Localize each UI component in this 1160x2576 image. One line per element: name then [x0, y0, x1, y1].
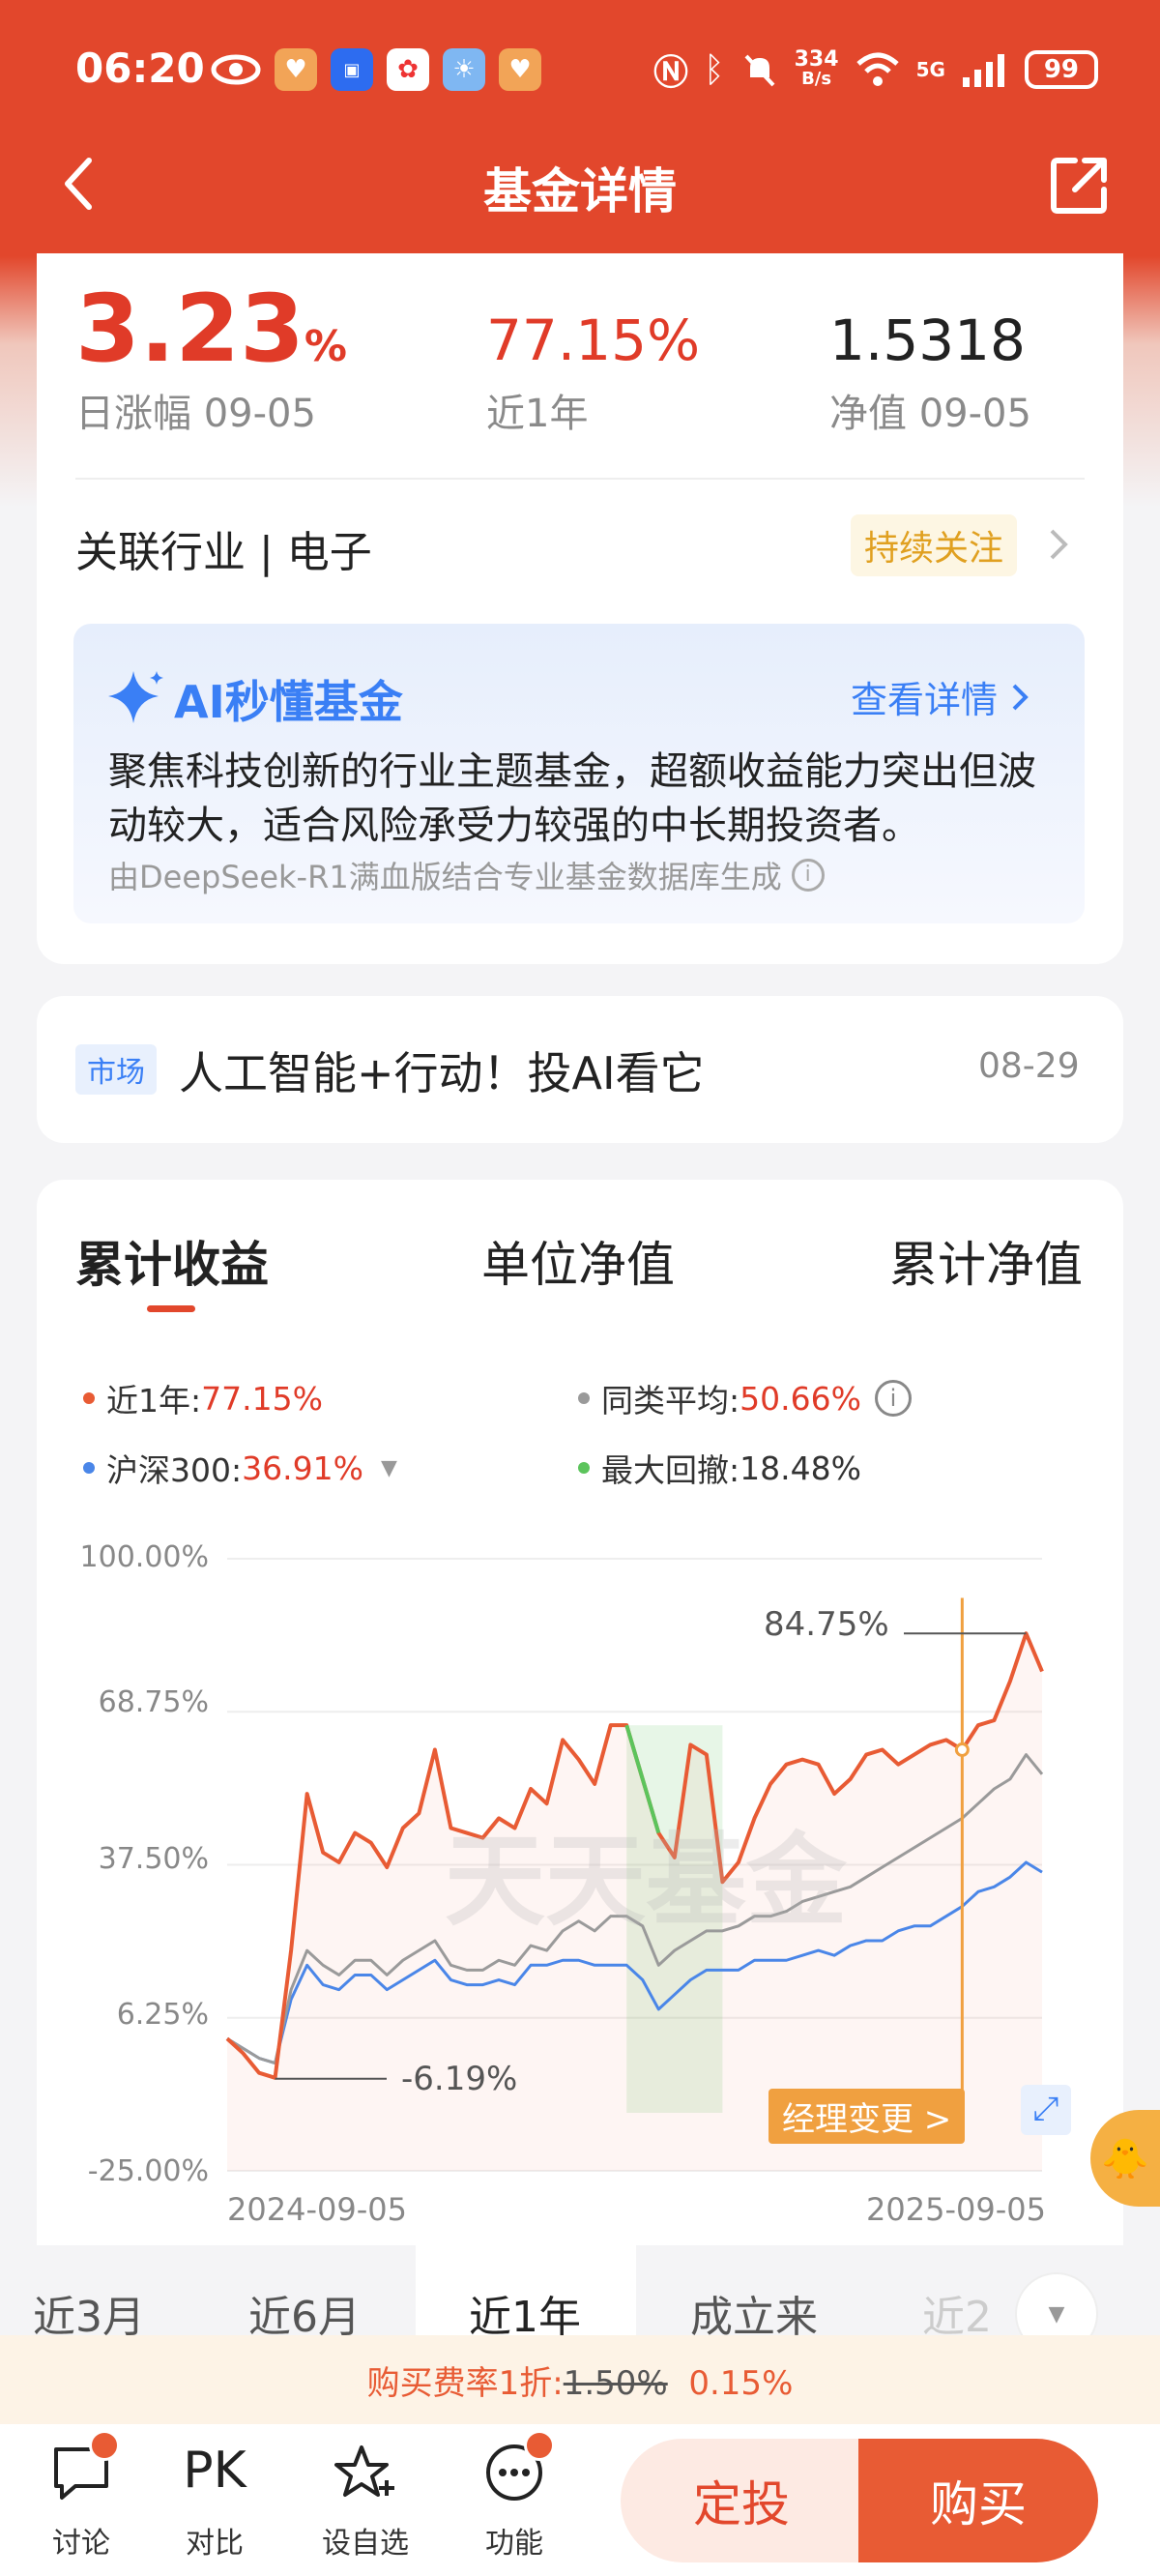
x-start-label: 2024-09-05	[227, 2191, 407, 2228]
buy-button[interactable]: 购买	[858, 2439, 1098, 2562]
watermark: 天天基金	[445, 1822, 848, 1940]
max-annotation: 84.75%	[764, 1605, 889, 1644]
notification-badge	[524, 2430, 555, 2461]
notification-badge	[89, 2430, 120, 2461]
manager-change-button[interactable]: 经理变更 >	[768, 2089, 966, 2144]
x-end-label: 2025-09-05	[866, 2191, 1046, 2228]
plan-invest-button[interactable]: 定投	[621, 2439, 862, 2562]
nav-watchlist[interactable]: 设自选	[298, 2442, 433, 2561]
min-annotation: -6.19%	[401, 2060, 518, 2098]
fee-new: 0.15%	[688, 2364, 794, 2403]
nav-discuss[interactable]: 讨论	[14, 2430, 149, 2561]
nav-functions[interactable]: 功能	[447, 2430, 582, 2561]
fee-text: 购买费率1折:1.50% 0.15%	[366, 2364, 794, 2403]
nav-compare[interactable]: PK 对比	[147, 2442, 282, 2561]
fee-old: 1.50%	[563, 2364, 668, 2403]
fullscreen-icon[interactable]: ⤢	[1021, 2085, 1071, 2135]
pk-icon: PK	[183, 2442, 246, 2500]
manager-change-marker	[954, 1742, 970, 1757]
star-add-icon	[334, 2445, 394, 2497]
line-chart[interactable]	[0, 0, 1160, 2321]
